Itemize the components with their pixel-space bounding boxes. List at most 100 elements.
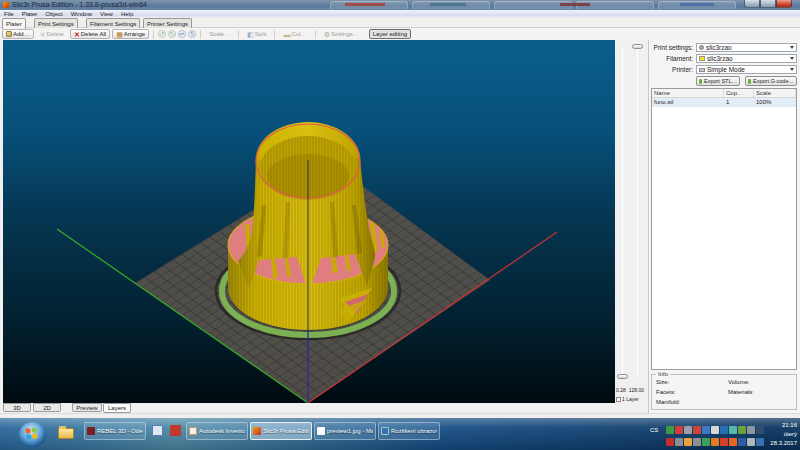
view-tab-2d[interactable]: 2D — [33, 403, 61, 412]
info-manifold-label: Manifold: — [656, 399, 680, 405]
tray-icons-row2[interactable] — [666, 438, 764, 446]
ghost-text — [430, 3, 466, 6]
printer-icon — [699, 68, 705, 72]
taskbar-button-slic3r[interactable]: Slic3r Prusa Edition - … — [250, 422, 312, 440]
pinned-app-icon-1[interactable] — [152, 425, 163, 436]
layer-slider-track-high[interactable] — [637, 46, 638, 376]
rotate-cw-icon[interactable]: ↻ — [168, 30, 176, 38]
delete-button[interactable]: ✕Delete — [36, 29, 68, 39]
toolbar: Add… ✕Delete ✕Delete All ▦Arrange ↺ ↻ ⇄ … — [0, 28, 800, 40]
one-layer-checkbox[interactable] — [616, 397, 621, 402]
inventor-app-icon — [189, 427, 197, 435]
arrange-button[interactable]: ▦Arrange — [112, 29, 149, 39]
3d-viewport[interactable] — [3, 40, 615, 403]
menu-file[interactable]: File — [0, 11, 18, 17]
tab-filament-settings[interactable]: Filament Settings — [86, 18, 140, 28]
layer-slider-handle-low[interactable] — [617, 374, 628, 379]
table-header[interactable]: Name Cop… Scale — [652, 89, 796, 98]
taskbar-clock[interactable]: 21:16 úterý 28.3.2017 — [764, 421, 797, 448]
menu-plater[interactable]: Plater — [18, 11, 42, 17]
info-group: Info Size: Volume: Facets: Materials: Ma… — [651, 374, 797, 410]
cut-button[interactable]: ▬Cut… — [279, 29, 310, 39]
delete-icon: ✕ — [40, 31, 46, 38]
gear-icon — [699, 45, 704, 50]
view-tab-preview[interactable]: Preview — [72, 403, 102, 412]
toolbar-separator — [315, 30, 316, 39]
print-settings-combo[interactable]: slic3rzao — [696, 43, 797, 52]
filament-combo[interactable]: slic3rzao — [696, 54, 797, 63]
info-size-label: Size: — [656, 379, 669, 385]
add-icon — [6, 31, 12, 37]
rotate-ccw-icon[interactable]: ↺ — [158, 30, 166, 38]
toolbar-separator — [200, 30, 201, 39]
taskbar-button-rebel[interactable]: REBEL 3D - Odeslat o… — [84, 422, 146, 440]
menu-help[interactable]: Help — [117, 11, 137, 17]
display-settings-icon — [381, 427, 389, 435]
scale-button[interactable]: Scale… — [205, 29, 234, 39]
delete-all-button[interactable]: ✕Delete All — [70, 29, 110, 39]
export-gcode-icon — [748, 79, 751, 84]
view-tab-3d[interactable]: 3D — [3, 403, 31, 412]
menu-window[interactable]: Window — [67, 11, 96, 17]
taskbar-button-paint[interactable]: preview1.jpg - Malov… — [314, 422, 376, 440]
settings-gear-icon: ⚙ — [324, 31, 330, 38]
settings-button[interactable]: ⚙Settings… — [320, 29, 363, 39]
view-tab-strip: 3D 2D Preview Layers — [0, 403, 648, 413]
export-gcode-button[interactable]: Export G-code… — [745, 76, 797, 86]
layer-min-value: 0.28 — [616, 387, 626, 393]
minimize-button[interactable] — [744, 0, 760, 8]
right-panel: Print settings: slic3rzao Filament: slic… — [648, 40, 800, 413]
layer-max-value: 128.00 — [629, 387, 644, 393]
desktop: Slic3r Prusa Edition - 1.33.8-prusa3d-wi… — [0, 0, 800, 450]
info-materials-label: Materials: — [728, 389, 754, 395]
title-bar[interactable]: Slic3r Prusa Edition - 1.33.8-prusa3d-wi… — [0, 0, 800, 10]
mirror-h-icon[interactable]: ⇄ — [178, 30, 186, 38]
info-facets-label: Facets: — [656, 389, 676, 395]
export-stl-icon — [699, 79, 702, 84]
table-row[interactable]: funo.stl 1 100% — [652, 98, 796, 107]
tab-print-settings[interactable]: Print Settings — [34, 18, 78, 28]
explorer-icon[interactable] — [58, 428, 74, 439]
tray-icons-row1[interactable] — [666, 426, 764, 434]
print-settings-label: Print settings: — [649, 44, 696, 51]
language-indicator[interactable]: CS — [650, 427, 658, 433]
split-button[interactable]: ◧Split — [243, 29, 270, 39]
windows-logo-icon — [25, 427, 38, 440]
dropdown-arrow-icon — [790, 57, 794, 60]
add-button[interactable]: Add… — [2, 29, 34, 39]
menu-view[interactable]: View — [96, 11, 117, 17]
layer-slider-handle-high[interactable] — [632, 44, 643, 49]
view-tab-layers[interactable]: Layers — [103, 403, 131, 413]
maximize-button[interactable] — [760, 0, 776, 8]
layer-slider-track-low[interactable] — [622, 46, 623, 376]
cut-icon: ▬ — [283, 31, 290, 38]
split-icon: ◧ — [247, 31, 254, 38]
ghost-text — [345, 3, 385, 6]
slic3r-window: Slic3r Prusa Edition - 1.33.8-prusa3d-wi… — [0, 0, 800, 418]
taskbar-button-resolution[interactable]: Rozlišení obrazovky — [378, 422, 440, 440]
printer-combo[interactable]: Simple Mode — [696, 65, 797, 74]
info-volume-label: Volume: — [728, 379, 750, 385]
export-stl-button[interactable]: Export STL… — [696, 76, 740, 86]
layer-editing-button[interactable]: Layer editing — [369, 29, 411, 39]
mirror-v-icon[interactable]: ⇅ — [188, 30, 196, 38]
window-title: Slic3r Prusa Edition - 1.33.8-prusa3d-wi… — [12, 1, 147, 8]
toolbar-separator — [274, 30, 275, 39]
tab-plater[interactable]: Plater — [2, 18, 26, 29]
pinned-app-icon-2[interactable] — [170, 425, 181, 436]
filament-label: Filament: — [649, 55, 696, 62]
delete-all-icon: ✕ — [74, 31, 80, 38]
dropdown-arrow-icon — [790, 68, 794, 71]
start-button[interactable] — [19, 422, 46, 447]
menu-object[interactable]: Object — [41, 11, 66, 17]
app-icon — [3, 2, 9, 8]
layer-slider-strip: 0.28 128.00 1 Layer — [615, 40, 648, 413]
tab-printer-settings[interactable]: Printer Settings — [143, 18, 192, 28]
close-button[interactable] — [776, 0, 792, 8]
object-list-table: Name Cop… Scale funo.stl 1 100% — [651, 88, 797, 370]
taskbar-button-inventor[interactable]: Autodesk Inventor Pr… — [186, 422, 248, 440]
arrange-icon: ▦ — [116, 31, 123, 38]
ghost-text — [680, 3, 714, 6]
slic3r-app-icon — [253, 427, 261, 435]
dropdown-arrow-icon — [790, 46, 794, 49]
